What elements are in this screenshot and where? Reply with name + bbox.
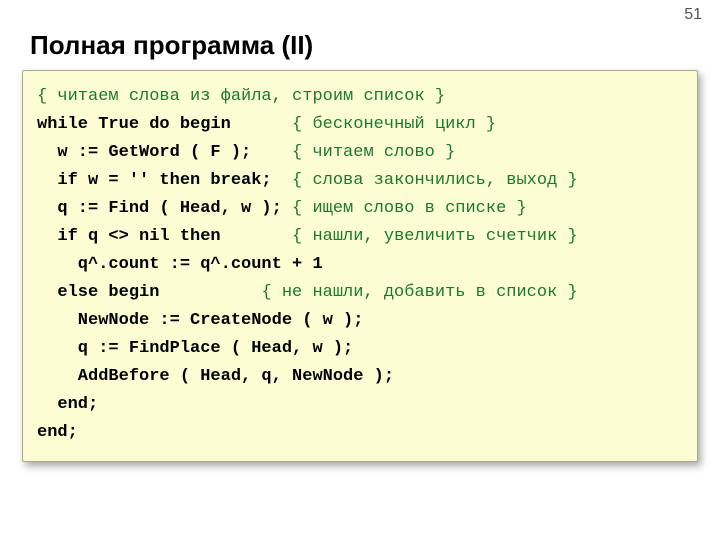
code-comment: { бесконечный цикл } — [292, 115, 496, 134]
code-line: q^.count := q^.count + 1 — [37, 251, 683, 279]
slide: 51 Полная программа (II) { читаем слова … — [0, 0, 720, 540]
code-comment: { читаем слова из файла, строим список } — [37, 87, 445, 106]
code-line: q := FindPlace ( Head, w ); — [37, 335, 683, 363]
code-text: while True do begin — [37, 115, 292, 134]
code-line: if w = '' then break; { слова закончилис… — [37, 167, 683, 195]
code-line: if q <> nil then { нашли, увеличить счет… — [37, 223, 683, 251]
code-line: end; — [37, 419, 683, 447]
slide-title: Полная программа (II) — [30, 30, 313, 61]
code-text: q := Find ( Head, w ); — [37, 199, 292, 218]
code-line: w := GetWord ( F ); { читаем слово } — [37, 139, 683, 167]
code-text: if q <> nil then — [37, 227, 292, 246]
code-comment: { нашли, увеличить счетчик } — [292, 227, 578, 246]
code-line: AddBefore ( Head, q, NewNode ); — [37, 363, 683, 391]
code-line: q := Find ( Head, w ); { ищем слово в сп… — [37, 195, 683, 223]
code-line: while True do begin { бесконечный цикл } — [37, 111, 683, 139]
code-box: { читаем слова из файла, строим список }… — [22, 70, 698, 462]
code-text: else begin — [37, 283, 261, 302]
code-text: w := GetWord ( F ); — [37, 143, 292, 162]
code-line: else begin { не нашли, добавить в список… — [37, 279, 683, 307]
code-comment: { ищем слово в списке } — [292, 199, 527, 218]
code-line: NewNode := CreateNode ( w ); — [37, 307, 683, 335]
code-line: { читаем слова из файла, строим список } — [37, 83, 683, 111]
code-comment: { слова закончились, выход } — [292, 171, 578, 190]
code-text: if w = '' then break; — [37, 171, 292, 190]
code-comment: { читаем слово } — [292, 143, 455, 162]
code-line: end; — [37, 391, 683, 419]
page-number: 51 — [684, 6, 702, 24]
code-comment: { не нашли, добавить в список } — [261, 283, 577, 302]
